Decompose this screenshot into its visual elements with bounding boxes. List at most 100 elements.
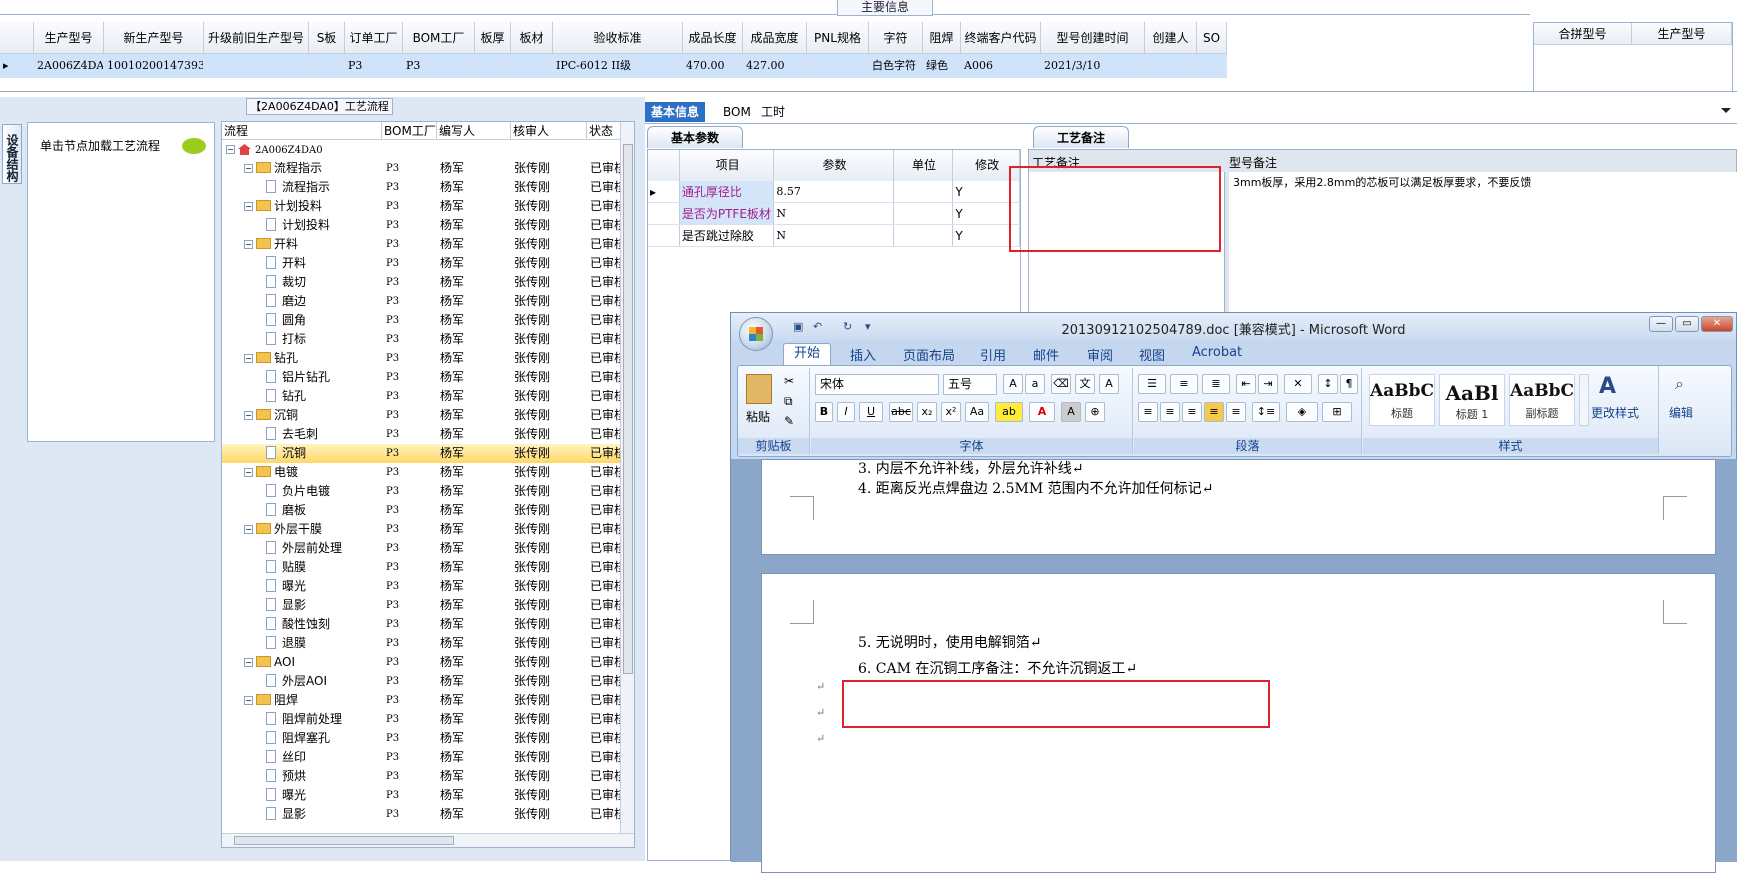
tree-row[interactable]: 贴膜 P3 杨军 张传刚 已审核 (222, 558, 634, 577)
tab-process-notes[interactable]: 工艺备注 (1033, 126, 1129, 148)
tree-node[interactable]: − 开料 (222, 235, 382, 254)
tree-row[interactable]: − 开料 P3 杨军 张传刚 已审核 (222, 235, 634, 254)
tree-node[interactable]: 去毛刺 (222, 425, 382, 444)
column-header[interactable]: 升级前旧生产型号 (204, 22, 309, 54)
tree-node[interactable]: − 钻孔 (222, 349, 382, 368)
ribbon-tab-layout[interactable]: 页面布局 (903, 345, 955, 364)
col-unit[interactable]: 单位 (893, 150, 954, 181)
column-header[interactable]: 型号创建时间 (1041, 22, 1145, 54)
column-header[interactable]: 终端客户代码 (961, 22, 1041, 54)
change-styles-button[interactable]: 更改样式 (1591, 404, 1639, 421)
tree-node[interactable]: − 2A006Z4DA0 (222, 140, 382, 159)
tree-row[interactable]: 曝光 P3 杨军 张传刚 已审核 (222, 577, 634, 596)
clear-format-icon[interactable]: ⌫ (1051, 374, 1071, 394)
grid-cell[interactable] (511, 54, 553, 78)
column-header[interactable]: 订单工厂 (345, 22, 403, 54)
tab-bom[interactable]: BOM (717, 102, 757, 122)
collapse-icon[interactable]: − (226, 145, 235, 154)
ribbon-tab-home[interactable]: 开始 (783, 343, 831, 365)
scroll-thumb[interactable] (234, 836, 454, 845)
col-reviewer[interactable]: 核审人 (511, 122, 587, 139)
strikethrough-icon[interactable]: abc (889, 402, 913, 422)
tree-node[interactable]: 磨板 (222, 501, 382, 520)
subscript-icon[interactable]: x₂ (917, 402, 937, 422)
tree-node[interactable]: − 阻焊 (222, 691, 382, 710)
enclose-char-icon[interactable]: ⊕ (1085, 402, 1105, 422)
column-header[interactable]: 字符 (869, 22, 923, 54)
shrink-font-icon[interactable]: a (1025, 374, 1045, 394)
tree-node[interactable]: − AOI (222, 653, 382, 672)
tree-row[interactable]: 外层AOI P3 杨军 张传刚 已审核 (222, 672, 634, 691)
scroll-thumb[interactable] (623, 144, 633, 674)
align-right-icon[interactable]: ≡ (1182, 402, 1202, 422)
undo-icon[interactable]: ↶ (813, 320, 827, 333)
tree-node[interactable]: 铝片钻孔 (222, 368, 382, 387)
column-header[interactable]: 成品宽度 (743, 22, 807, 54)
maximize-icon[interactable]: ▭ (1675, 316, 1699, 332)
column-header[interactable]: 成品长度 (683, 22, 743, 54)
superscript-icon[interactable]: x² (941, 402, 961, 422)
customize-qat-icon[interactable]: ▾ (865, 320, 879, 333)
production-model-header[interactable]: 生产型号 (1632, 23, 1732, 45)
tree-node[interactable]: 退膜 (222, 634, 382, 653)
style-title[interactable]: AaBbC 标题 (1369, 374, 1435, 426)
tree-node[interactable]: 曝光 (222, 577, 382, 596)
column-header[interactable]: PNL规格 (807, 22, 869, 54)
tree-row[interactable]: 显影 P3 杨军 张传刚 已审核 (222, 596, 634, 615)
tree-node[interactable]: 打标 (222, 330, 382, 349)
align-center-icon[interactable]: ≡ (1160, 402, 1180, 422)
tree-row[interactable]: − 钻孔 P3 杨军 张传刚 已审核 (222, 349, 634, 368)
tree-node[interactable]: 外层前处理 (222, 539, 382, 558)
font-color-icon[interactable]: A (1029, 402, 1055, 422)
tree-node[interactable]: 开料 (222, 254, 382, 273)
save-icon[interactable]: ▣ (793, 320, 807, 333)
styles-scroll[interactable] (1579, 374, 1589, 426)
tree-vertical-scrollbar[interactable] (620, 122, 634, 847)
paste-button[interactable]: 粘贴 (746, 408, 770, 425)
tree-row[interactable]: 外层前处理 P3 杨军 张传刚 已审核 (222, 539, 634, 558)
change-case-icon[interactable]: Aa (965, 402, 989, 422)
col-param[interactable]: 参数 (774, 150, 894, 181)
tree-row[interactable]: 预烘 P3 杨军 张传刚 已审核 (222, 767, 634, 786)
tab-basic-info[interactable]: 基本信息 (645, 102, 706, 122)
justify-icon[interactable]: ≡ (1204, 402, 1224, 422)
col-writer[interactable]: 编写人 (437, 122, 511, 139)
sort-icon[interactable]: ↕ (1318, 374, 1338, 394)
merge-model-header[interactable]: 合拼型号 (1534, 23, 1632, 45)
flow-title-tab[interactable]: 【2A006Z4DA0】工艺流程 (246, 98, 393, 115)
tree-row[interactable]: 铝片钻孔 P3 杨军 张传刚 已审核 (222, 368, 634, 387)
multilevel-list-icon[interactable]: ≣ (1202, 374, 1230, 394)
tree-node[interactable]: 丝印 (222, 748, 382, 767)
cut-icon[interactable]: ✂ (784, 374, 794, 388)
tree-row[interactable]: 裁切 P3 杨军 张传刚 已审核 (222, 273, 634, 292)
grid-cell[interactable]: P3 (403, 54, 475, 78)
collapse-icon[interactable]: − (244, 468, 253, 477)
tree-row[interactable]: 圆角 P3 杨军 张传刚 已审核 (222, 311, 634, 330)
char-shading-icon[interactable]: A (1061, 402, 1081, 422)
grid-cell[interactable]: 470.00 (683, 54, 743, 78)
tree-row[interactable]: 沉铜 P3 杨军 张传刚 已审核 (222, 444, 634, 463)
font-size-select[interactable]: 五号 (943, 374, 997, 395)
tree-row[interactable]: 去毛刺 P3 杨军 张传刚 已审核 (222, 425, 634, 444)
tree-row[interactable]: − 流程指示 P3 杨军 张传刚 已审核 (222, 159, 634, 178)
vertical-tab-equipment[interactable]: 设备结构 (2, 124, 22, 184)
distributed-icon[interactable]: ≡ (1226, 402, 1246, 422)
font-name-select[interactable]: 宋体 (815, 374, 939, 395)
tree-row[interactable]: − 电镀 P3 杨军 张传刚 已审核 (222, 463, 634, 482)
tree-row[interactable]: 阻焊塞孔 P3 杨军 张传刚 已审核 (222, 729, 634, 748)
numbering-icon[interactable]: ≡ (1170, 374, 1198, 394)
tree-row[interactable]: 退膜 P3 杨军 张传刚 已审核 (222, 634, 634, 653)
ribbon-tab-review[interactable]: 审阅 (1087, 345, 1113, 364)
tree-node[interactable]: 流程指示 (222, 178, 382, 197)
tree-node[interactable]: 显影 (222, 805, 382, 824)
column-header[interactable]: 板厚 (475, 22, 511, 54)
tree-node[interactable]: 负片电镀 (222, 482, 382, 501)
collapse-icon[interactable]: − (244, 202, 253, 211)
grid-cell[interactable] (1197, 54, 1227, 78)
tree-node[interactable]: 钻孔 (222, 387, 382, 406)
borders-icon[interactable]: ⊞ (1322, 402, 1352, 422)
tree-row[interactable]: − 2A006Z4DA0 (222, 140, 634, 159)
shading-icon[interactable]: ◈ (1286, 402, 1318, 422)
collapse-icon[interactable]: − (244, 658, 253, 667)
grid-cell[interactable] (204, 54, 309, 78)
